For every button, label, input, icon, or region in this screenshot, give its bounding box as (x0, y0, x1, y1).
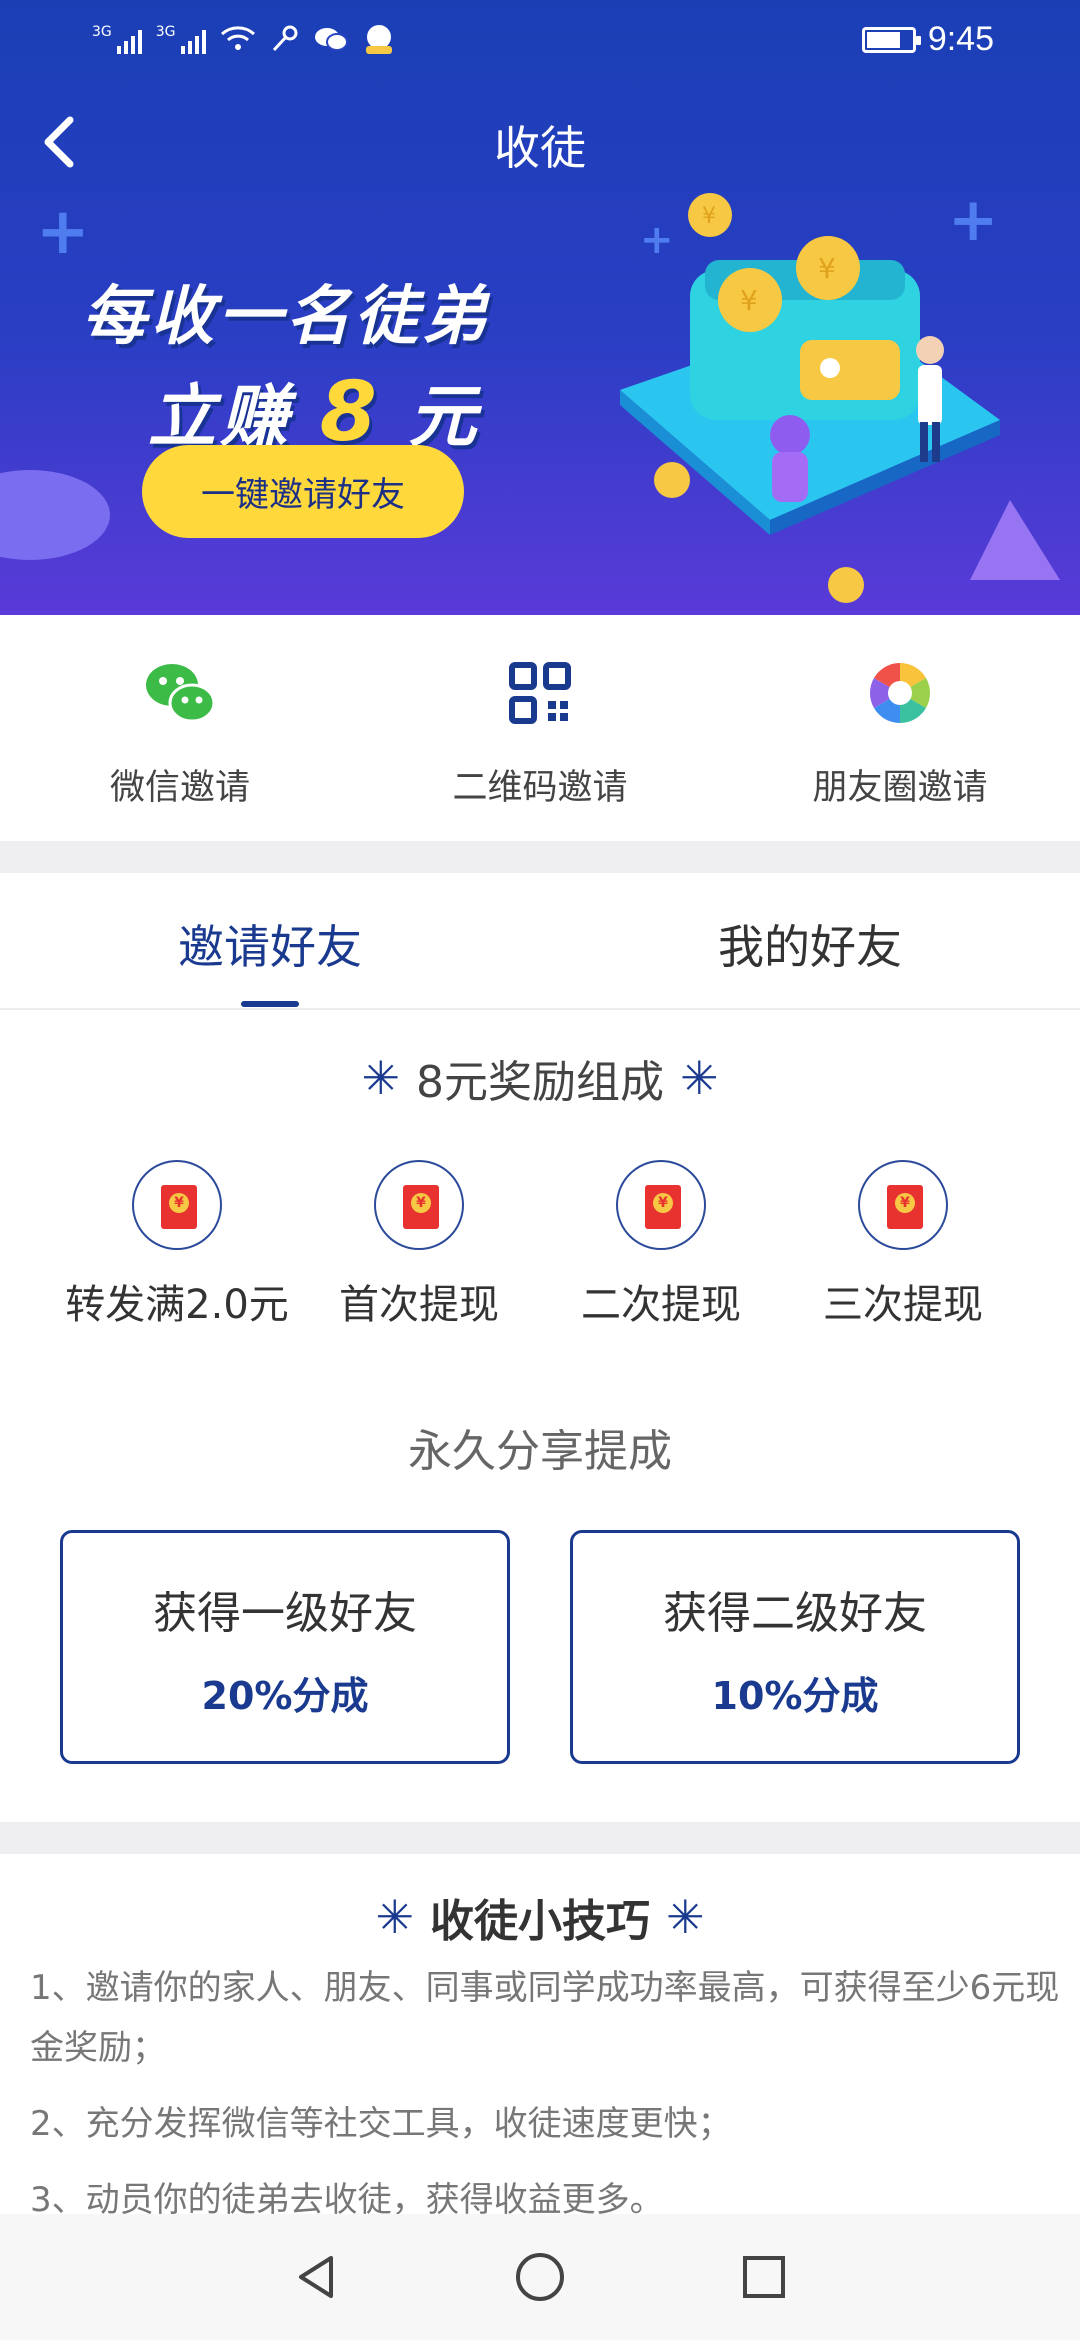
tab-my-friends[interactable]: 我的好友 (540, 911, 1080, 977)
active-tab-indicator (241, 1001, 299, 1007)
tip-item: 2、充分发挥微信等社交工具，收徒速度更快； (30, 2104, 732, 2144)
nav-bar: 收徒 (0, 84, 1080, 204)
red-envelope-icon (132, 1160, 222, 1250)
share-qr-code[interactable]: 二维码邀请 (390, 655, 690, 810)
wallet-illustration: ¥ ¥ ¥ (620, 193, 1060, 603)
share-moments[interactable]: 朋友圈邀请 (750, 655, 1050, 810)
card-commission: 20%分成 (201, 1674, 369, 1718)
permanent-commission-title: 永久分享提成 (408, 1426, 672, 1477)
red-envelope-icon (616, 1160, 706, 1250)
cell-signal-icon: 3G (156, 24, 206, 54)
wechat-icon (142, 655, 218, 731)
tips-list: 1、邀请你的家人、朋友、同事或同学成功率最高，可获得至少6元现金奖励； 2、充分… (30, 1958, 1060, 2246)
wechat-status-icon (314, 28, 348, 51)
status-bar: 3G 3G 9:45 (0, 0, 1080, 84)
tips-title-text: 收徒小技巧 (430, 1896, 650, 1947)
network-type-label: 3G (155, 24, 176, 40)
nav-home-icon[interactable] (508, 2245, 572, 2309)
reward-title-text: 8元奖励组成 (416, 1057, 664, 1108)
moments-icon (862, 655, 938, 731)
card-title: 获得一级好友 (153, 1588, 417, 1639)
tips-section-title: ✳ 收徒小技巧 ✳ (0, 1885, 1080, 1949)
level2-friend-card: 获得二级好友 10%分成 (570, 1530, 1020, 1764)
share-options-row: 微信邀请 二维码邀请 朋友圈邀请 (0, 615, 1080, 841)
slogan-line1: 每收一名徒弟 (82, 280, 490, 354)
clock-time: 9:45 (927, 20, 994, 58)
svg-text:¥: ¥ (740, 284, 758, 317)
page-title: 收徒 (494, 121, 586, 175)
red-envelope-icon (858, 1160, 948, 1250)
key-icon (272, 25, 298, 52)
reward-item-label: 首次提现 (339, 1282, 499, 1328)
section-divider (0, 1822, 1080, 1854)
share-qr-code-label: 二维码邀请 (452, 768, 628, 808)
reward-item: 二次提现 (536, 1160, 786, 1330)
asterisk-icon: ✳ (680, 1051, 719, 1105)
reward-item-label: 转发满2.0元 (65, 1282, 289, 1328)
level1-friend-card: 获得一级好友 20%分成 (60, 1530, 510, 1764)
share-wechat[interactable]: 微信邀请 (30, 655, 330, 810)
section-divider (0, 841, 1080, 873)
network-type-label: 3G (92, 24, 112, 40)
share-moments-label: 朋友圈邀请 (812, 768, 988, 808)
invite-friends-button[interactable]: 一键邀请好友 (142, 445, 464, 538)
tab-invite-friends[interactable]: 邀请好友 (0, 911, 540, 977)
battery-icon (861, 26, 921, 53)
reward-item: 转发满2.0元 (52, 1160, 302, 1330)
share-wechat-label: 微信邀请 (109, 768, 250, 808)
hero-banner: + + + ¥ ¥ ¥ 3G 3G 9:45 收徒 每收一名徒弟 立赚 8 元 … (0, 0, 1080, 615)
reward-section-title: ✳ 8元奖励组成 ✳ (0, 1046, 1080, 1110)
tip-item: 1、邀请你的家人、朋友、同事或同学成功率最高，可获得至少6元现金奖励； (30, 1968, 1060, 2068)
card-title: 获得二级好友 (663, 1588, 927, 1639)
asterisk-icon: ✳ (361, 1051, 400, 1105)
app-root: + + + ¥ ¥ ¥ 3G 3G 9:45 收徒 每收一名徒弟 立赚 8 元 … (0, 0, 1080, 2340)
reward-item: 首次提现 (294, 1160, 544, 1330)
red-envelope-icon (374, 1160, 464, 1250)
svg-text:¥: ¥ (818, 252, 836, 285)
svg-text:¥: ¥ (702, 204, 716, 229)
app-notification-icon (365, 25, 392, 54)
asterisk-icon: ✳ (666, 1890, 705, 1944)
asterisk-icon: ✳ (375, 1890, 414, 1944)
plus-decoration-icon: + (36, 195, 90, 269)
wifi-icon (220, 26, 255, 50)
reward-item-label: 三次提现 (823, 1282, 983, 1328)
nav-recents-icon[interactable] (732, 2245, 796, 2309)
banner-slogan: 每收一名徒弟 立赚 8 元 (82, 265, 490, 460)
nav-back-icon[interactable] (284, 2245, 348, 2309)
cell-signal-icon: 3G (92, 24, 142, 54)
card-commission: 10%分成 (711, 1674, 879, 1718)
qr-code-icon (502, 655, 578, 731)
friends-tabs: 邀请好友 我的好友 (0, 873, 1080, 1010)
system-navigation-bar (0, 2214, 1080, 2340)
reward-item: 三次提现 (778, 1160, 1028, 1330)
disc-decoration (0, 470, 110, 560)
reward-item-label: 二次提现 (581, 1282, 741, 1328)
